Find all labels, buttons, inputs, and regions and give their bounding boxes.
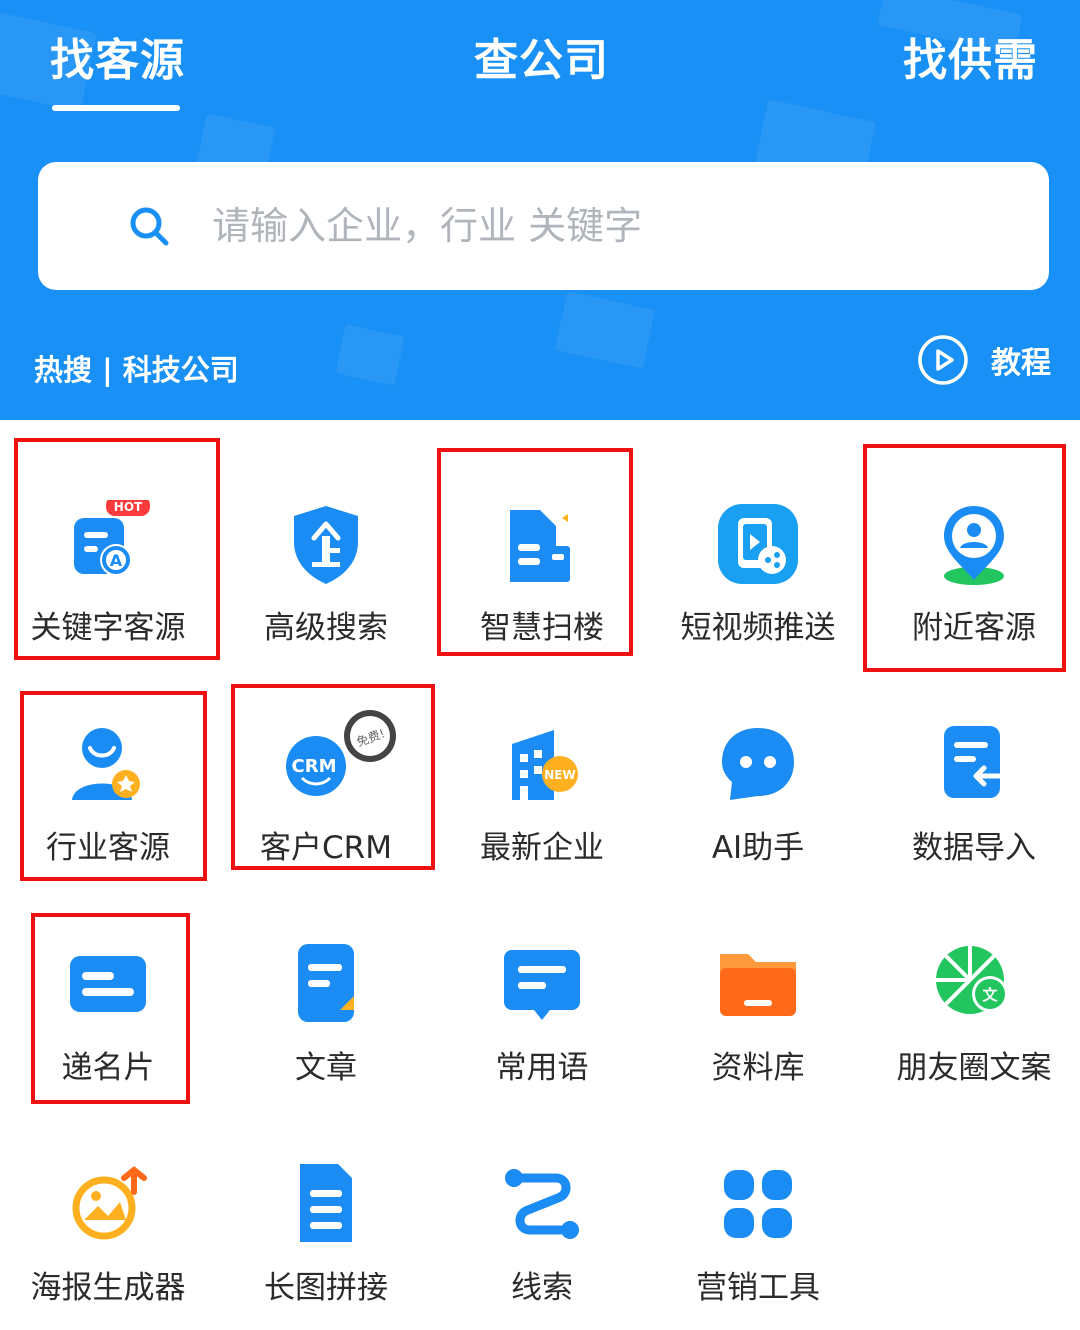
grid-item-send-business-card[interactable]: 递名片 xyxy=(0,890,216,1110)
new-company-icon: NEW xyxy=(512,730,578,800)
industry-user-icon xyxy=(72,728,140,800)
grid-item-label: 智慧扫楼 xyxy=(480,610,604,646)
grid-item-nearby-customers[interactable]: 附近客源 xyxy=(866,450,1080,670)
grid-item-label: 递名片 xyxy=(61,1050,155,1086)
grid-item-label: 长图拼接 xyxy=(264,1270,388,1306)
grid-item-customer-crm[interactable]: CRM 免费! 客户CRM xyxy=(218,670,434,890)
grid-item-label: 高级搜索 xyxy=(264,610,388,646)
new-badge: NEW xyxy=(544,768,575,782)
grid-item-label: AI助手 xyxy=(711,830,805,866)
decor-shape xyxy=(335,324,405,386)
grid-item-label: 文章 xyxy=(295,1050,357,1086)
grid-item-label: 常用语 xyxy=(495,1050,589,1086)
grid-item-ai-assistant[interactable]: AI助手 xyxy=(650,670,866,890)
tab-find-supply-demand[interactable]: 找供需 xyxy=(903,30,1038,92)
grid-item-label: 关键字客源 xyxy=(30,610,186,646)
tab-find-customers[interactable]: 找客源 xyxy=(50,30,185,92)
grid-item-clues[interactable]: 线索 xyxy=(434,1110,650,1330)
grid-item-short-video-push[interactable]: 短视频推送 xyxy=(650,450,866,670)
clue-icon xyxy=(505,1169,579,1239)
poster-generator-icon xyxy=(72,1166,147,1240)
hot-search-link[interactable]: 热搜 | 科技公司 xyxy=(34,347,239,389)
moments-copy-icon: 文 xyxy=(936,946,1008,1014)
grid-item-label: 行业客源 xyxy=(46,830,170,866)
grid-item-label: 附近客源 xyxy=(912,610,1036,646)
svg-text:A: A xyxy=(110,551,123,570)
tutorial-label: 教程 xyxy=(991,346,1051,381)
grid-item-article[interactable]: 文章 xyxy=(218,890,434,1110)
common-phrases-icon xyxy=(504,950,580,1020)
grid-item-industry-customers[interactable]: 行业客源 xyxy=(0,670,216,890)
grid-item-long-image-stitch[interactable]: 长图拼接 xyxy=(218,1110,434,1330)
grid-item-moments-copywriting[interactable]: 文 朋友圈文案 xyxy=(866,890,1080,1110)
grid-item-label: 线索 xyxy=(511,1270,573,1306)
marketing-tools-icon xyxy=(724,1170,792,1238)
grid-item-label: 营销工具 xyxy=(696,1270,820,1306)
grid-item-resource-library[interactable]: 资料库 xyxy=(650,890,866,1110)
grid-item-label: 最新企业 xyxy=(480,830,604,866)
grid-item-label: 客户CRM xyxy=(260,830,392,866)
article-icon xyxy=(298,944,354,1022)
grid-item-label: 短视频推送 xyxy=(680,610,836,646)
svg-text:文: 文 xyxy=(982,986,998,1004)
search-icon[interactable] xyxy=(128,205,170,247)
grid-item-common-phrases[interactable]: 常用语 xyxy=(434,890,650,1110)
grid-item-keyword-customers[interactable]: A HOT 关键字客源 xyxy=(0,450,216,670)
grid-item-label: 朋友圈文案 xyxy=(896,1050,1052,1086)
building-scan-icon xyxy=(510,510,570,582)
business-card-icon xyxy=(70,956,146,1012)
grid-item-smart-building-scan[interactable]: 智慧扫楼 xyxy=(434,450,650,670)
decor-shape xyxy=(554,291,656,369)
grid-item-latest-companies[interactable]: NEW 最新企业 xyxy=(434,670,650,890)
grid-item-data-import[interactable]: 数据导入 xyxy=(866,670,1080,890)
shield-enterprise-icon xyxy=(294,506,358,584)
grid-item-label: 数据导入 xyxy=(912,830,1036,866)
nearby-location-icon xyxy=(944,506,1004,585)
active-tab-indicator xyxy=(52,105,180,111)
ai-chat-icon xyxy=(722,728,794,800)
tab-check-company[interactable]: 查公司 xyxy=(474,30,609,92)
hot-badge: HOT xyxy=(114,500,143,514)
tutorial-button[interactable]: 教程 xyxy=(917,334,1051,386)
grid-item-marketing-tools[interactable]: 营销工具 xyxy=(650,1110,866,1330)
grid-item-advanced-search[interactable]: 高级搜索 xyxy=(218,450,434,670)
data-import-icon xyxy=(944,726,1011,798)
folder-icon xyxy=(720,954,796,1016)
keyword-search-icon: A HOT xyxy=(74,500,150,576)
play-circle-icon xyxy=(918,335,968,385)
svg-text:CRM: CRM xyxy=(292,756,337,777)
search-bar[interactable] xyxy=(38,162,1049,290)
grid-item-label: 资料库 xyxy=(711,1050,805,1086)
header-banner: 找客源 查公司 找供需 热搜 | 科技公司 教程 xyxy=(0,0,1080,420)
crm-icon: CRM 免费! xyxy=(286,710,396,796)
long-image-icon xyxy=(300,1164,352,1242)
video-share-icon xyxy=(718,504,798,584)
grid-item-label: 海报生成器 xyxy=(30,1270,186,1306)
search-input[interactable] xyxy=(212,196,1012,256)
grid-item-poster-generator[interactable]: 海报生成器 xyxy=(0,1110,216,1330)
